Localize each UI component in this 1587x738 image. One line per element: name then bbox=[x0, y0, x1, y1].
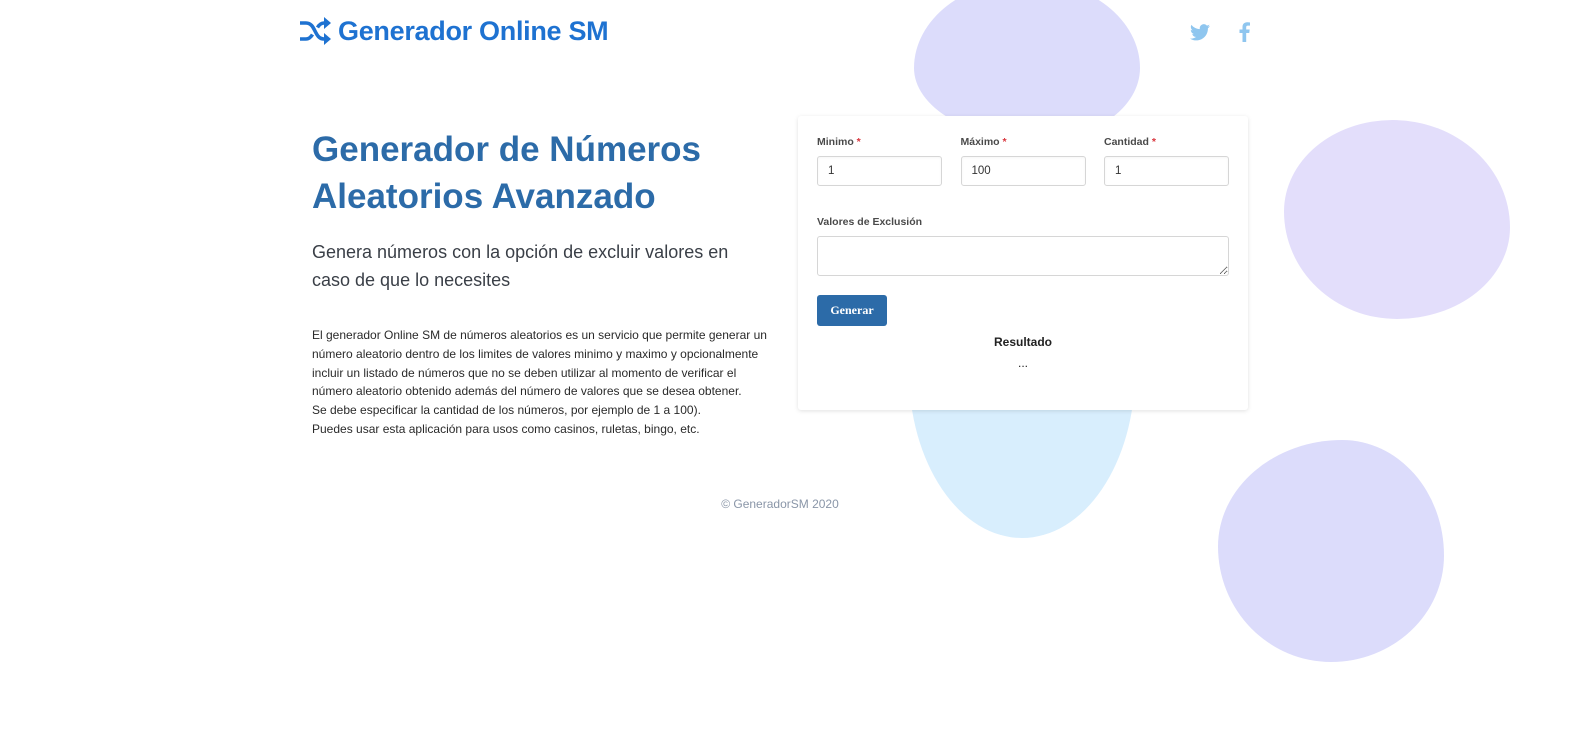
twitter-icon bbox=[1190, 23, 1210, 40]
intro-section: Generador de Números Aleatorios Avanzado… bbox=[312, 126, 770, 439]
cantidad-label: Cantidad * bbox=[1104, 136, 1156, 148]
description-paragraph: El generador Online SM de números aleato… bbox=[312, 328, 767, 399]
decorative-blob-right bbox=[1284, 120, 1510, 319]
minimo-field-group: Minimo * bbox=[817, 136, 942, 186]
maximo-label: Máximo * bbox=[960, 136, 1007, 148]
minimo-input[interactable] bbox=[817, 156, 942, 186]
required-mark: * bbox=[1151, 136, 1156, 148]
exclusion-label: Valores de Exclusión bbox=[817, 216, 923, 228]
result-label: Resultado bbox=[993, 335, 1052, 349]
exclusion-textarea[interactable] bbox=[817, 236, 1229, 276]
generator-form-card: Minimo * Máximo * Cantidad * Valores de … bbox=[798, 116, 1248, 410]
page-title: Generador de Números Aleatorios Avanzado bbox=[312, 130, 701, 216]
description: El generador Online SM de números aleato… bbox=[312, 326, 770, 439]
description-paragraph: Puedes usar esta aplicación para usos co… bbox=[312, 421, 700, 436]
cantidad-input[interactable] bbox=[1104, 156, 1229, 186]
minimo-label: Minimo * bbox=[817, 136, 861, 148]
decorative-blob-bottom bbox=[1218, 440, 1444, 662]
required-mark: * bbox=[856, 136, 861, 148]
page-subtitle: Genera números con la opción de excluir … bbox=[312, 242, 729, 290]
facebook-link[interactable] bbox=[1232, 20, 1256, 44]
description-paragraph: Se debe especificar la cantidad de los n… bbox=[312, 403, 701, 418]
maximo-input[interactable] bbox=[960, 156, 1086, 186]
generate-button[interactable]: Generar bbox=[817, 295, 887, 326]
brand-name[interactable]: Generador Online SM bbox=[338, 16, 609, 47]
result-value: ... bbox=[1017, 356, 1028, 370]
footer-copyright: © GeneradorSM 2020 bbox=[721, 497, 839, 511]
required-mark: * bbox=[1002, 136, 1007, 148]
site-header: Generador Online SM bbox=[298, 14, 609, 48]
twitter-link[interactable] bbox=[1188, 20, 1212, 44]
shuffle-icon[interactable] bbox=[298, 14, 332, 48]
maximo-field-group: Máximo * bbox=[960, 136, 1086, 186]
facebook-icon bbox=[1239, 22, 1250, 42]
exclusion-field-group: Valores de Exclusión bbox=[817, 216, 1229, 281]
range-fields: Minimo * Máximo * Cantidad * bbox=[817, 136, 1229, 186]
cantidad-field-group: Cantidad * bbox=[1104, 136, 1229, 186]
